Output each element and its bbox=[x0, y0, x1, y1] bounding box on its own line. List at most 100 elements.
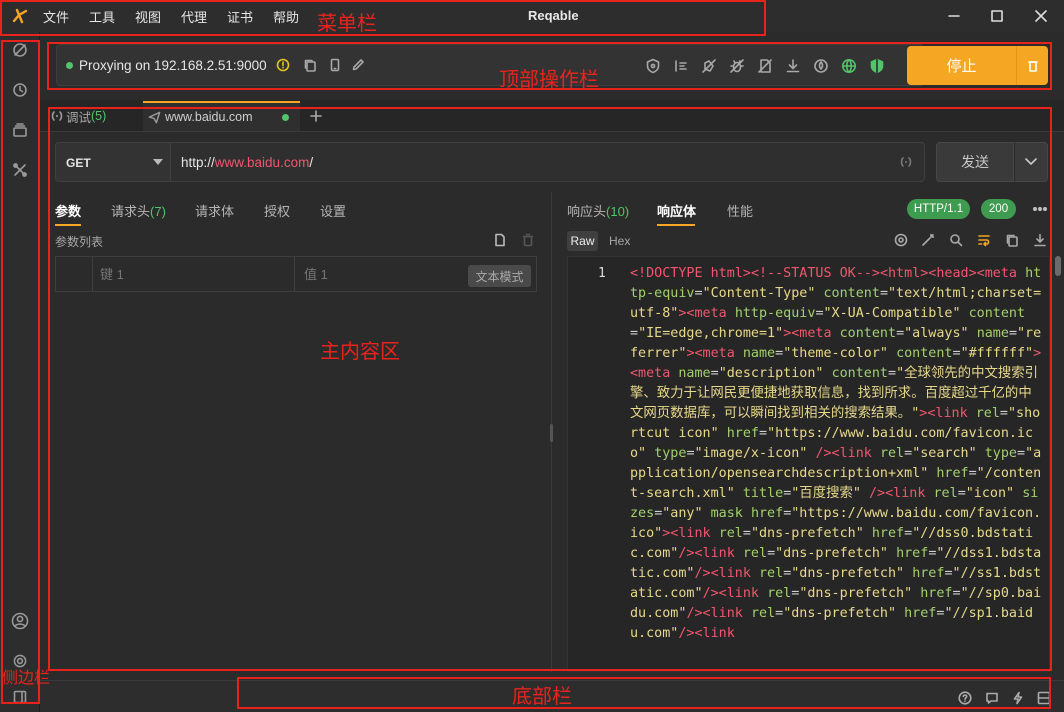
stop-button[interactable]: 停止 bbox=[907, 46, 1016, 85]
capture-icon[interactable] bbox=[8, 38, 32, 62]
globe-icon[interactable] bbox=[838, 55, 860, 77]
params-list-title: 参数列表 bbox=[55, 235, 104, 249]
tab-response-body[interactable]: 响应体 bbox=[657, 201, 696, 220]
close-icon[interactable] bbox=[1029, 5, 1053, 27]
code-token: rel bbox=[767, 586, 792, 601]
code-token: name bbox=[976, 326, 1009, 341]
debug-icon[interactable] bbox=[726, 55, 748, 77]
code-token: "dns-prefetch" bbox=[799, 586, 921, 601]
no-cache-icon[interactable] bbox=[698, 55, 720, 77]
lightning-icon[interactable] bbox=[1009, 689, 1027, 707]
code-token: = bbox=[775, 346, 784, 361]
minimize-icon[interactable] bbox=[942, 5, 966, 27]
tab-settings[interactable]: 设置 bbox=[320, 201, 346, 220]
menu-tools[interactable]: 工具 bbox=[89, 7, 115, 26]
layout-icon[interactable] bbox=[1035, 689, 1053, 707]
download-icon[interactable] bbox=[782, 55, 804, 77]
code-token: = bbox=[999, 406, 1008, 421]
code-token: ><link bbox=[662, 526, 719, 541]
code-token: <!DOCTYPE html> bbox=[630, 266, 751, 281]
add-tab-icon[interactable] bbox=[306, 106, 326, 126]
code-token: = bbox=[742, 526, 751, 541]
code-token: = bbox=[759, 426, 768, 441]
tab-params[interactable]: 参数 bbox=[55, 201, 81, 220]
tools-icon[interactable] bbox=[8, 158, 32, 182]
protocol-badge: HTTP/1.1 bbox=[907, 199, 970, 219]
raw-view-button[interactable]: Raw bbox=[567, 231, 598, 251]
code-token: = bbox=[957, 486, 966, 501]
maximize-icon[interactable] bbox=[985, 5, 1009, 27]
param-key-input[interactable] bbox=[100, 262, 280, 286]
code-token: "#ffffff" bbox=[960, 346, 1034, 361]
param-value-input[interactable] bbox=[304, 262, 454, 286]
menu-proxy[interactable]: 代理 bbox=[181, 7, 207, 26]
collections-icon[interactable] bbox=[8, 118, 32, 142]
tab-performance[interactable]: 性能 bbox=[727, 201, 753, 220]
script-icon[interactable] bbox=[810, 55, 832, 77]
edit-icon[interactable] bbox=[348, 55, 368, 75]
hex-view-button[interactable]: Hex bbox=[609, 234, 630, 248]
code-token: "icon" bbox=[965, 486, 1023, 501]
mobile-icon[interactable] bbox=[325, 55, 345, 75]
code-token: = bbox=[968, 466, 977, 481]
trash-icon[interactable] bbox=[518, 230, 538, 250]
copy-icon[interactable] bbox=[1002, 230, 1022, 250]
search-icon[interactable] bbox=[946, 230, 966, 250]
tab-response-headers[interactable]: 响应头(10) bbox=[567, 201, 629, 220]
menu-certificate[interactable]: 证书 bbox=[227, 7, 253, 26]
resize-handle[interactable] bbox=[550, 424, 553, 442]
feedback-icon[interactable] bbox=[983, 689, 1001, 707]
tab-debug[interactable]: 调试 (5) bbox=[48, 101, 143, 131]
code-token: title bbox=[742, 486, 784, 501]
tab-baidu[interactable]: www.baidu.com bbox=[143, 101, 300, 131]
code-token: = bbox=[686, 446, 695, 461]
tab-request-headers[interactable]: 请求头(7) bbox=[111, 201, 166, 220]
code-token: "dns-prefetch" bbox=[775, 546, 897, 561]
magic-wand-icon[interactable] bbox=[918, 230, 938, 250]
code-token: /><link bbox=[869, 486, 934, 501]
code-token: "image/x-icon" bbox=[694, 446, 816, 461]
file-icon[interactable] bbox=[490, 230, 510, 250]
code-token: href bbox=[750, 506, 784, 521]
code-token: = bbox=[767, 546, 776, 561]
code-token: type bbox=[654, 446, 687, 461]
code-token: "any" bbox=[662, 506, 711, 521]
menu-view[interactable]: 视图 bbox=[135, 7, 161, 26]
rewrite-icon[interactable] bbox=[754, 55, 776, 77]
more-icon[interactable] bbox=[1030, 199, 1050, 219]
download-icon[interactable] bbox=[1030, 230, 1050, 250]
code-token: href bbox=[726, 426, 759, 441]
tab-request-body[interactable]: 请求体 bbox=[195, 201, 234, 220]
scrollbar-thumb[interactable] bbox=[1055, 256, 1061, 276]
shield-icon[interactable] bbox=[642, 55, 664, 77]
help-icon[interactable] bbox=[956, 689, 974, 707]
menu-file[interactable]: 文件 bbox=[43, 7, 69, 26]
code-token: rel bbox=[718, 526, 743, 541]
account-icon[interactable] bbox=[8, 609, 32, 633]
code-token: "dns-prefetch" bbox=[750, 526, 872, 541]
signal-icon bbox=[48, 108, 66, 124]
code-token: content bbox=[831, 366, 888, 381]
secure-shield-icon[interactable] bbox=[866, 55, 888, 77]
breakpoint-icon[interactable] bbox=[670, 55, 692, 77]
wrap-lines-icon[interactable] bbox=[974, 230, 994, 250]
send-button[interactable]: 发送 bbox=[936, 142, 1014, 182]
url-text: http://www.baidu.com/ bbox=[181, 155, 314, 170]
warning-icon[interactable] bbox=[273, 55, 293, 75]
delete-icon[interactable] bbox=[1016, 46, 1048, 85]
code-token: = bbox=[879, 286, 888, 301]
tab-auth[interactable]: 授权 bbox=[264, 201, 290, 220]
signal-icon[interactable] bbox=[896, 152, 916, 172]
table-divider bbox=[92, 256, 93, 292]
status-badge: 200 bbox=[981, 199, 1016, 219]
menu-help[interactable]: 帮助 bbox=[273, 7, 299, 26]
settings-gear-icon[interactable] bbox=[8, 649, 32, 673]
chevron-down-icon[interactable] bbox=[1014, 142, 1048, 182]
tab-debug-label: 调试 bbox=[66, 110, 92, 125]
copy-icon[interactable] bbox=[300, 55, 320, 75]
toggle-panel-icon[interactable] bbox=[8, 685, 32, 709]
unsaved-dot bbox=[282, 114, 289, 121]
history-icon[interactable] bbox=[8, 78, 32, 102]
text-mode-button[interactable]: 文本模式 bbox=[468, 265, 531, 287]
browser-icon[interactable] bbox=[891, 230, 911, 250]
